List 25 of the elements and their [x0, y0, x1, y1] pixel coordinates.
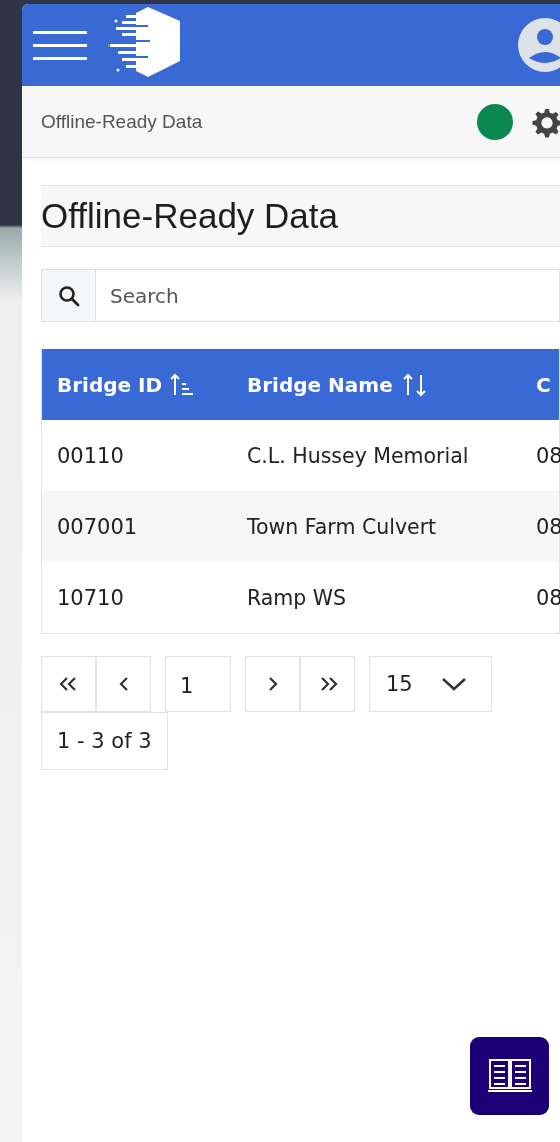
last-page-button[interactable]	[300, 656, 355, 712]
record-range: 1 - 3 of 3	[41, 712, 168, 770]
breadcrumb-label: Offline-Ready Data	[41, 110, 203, 133]
column-header[interactable]: Bridge Name	[232, 349, 522, 420]
guide-button[interactable]	[470, 1037, 549, 1115]
logo-icon	[108, 7, 182, 79]
chevron-right-icon	[266, 677, 279, 691]
table-cell-text: Town Farm Culvert	[246, 514, 438, 539]
table-cell-text: C.L. Hussey Memorial	[246, 443, 470, 468]
table-cell-text: 007001	[56, 514, 139, 539]
page-number-field[interactable]: 1	[165, 656, 231, 712]
column-header[interactable]: Bridge ID	[42, 349, 232, 420]
table-cell-text: 00110	[56, 443, 125, 468]
table-cell-text: 10710	[56, 585, 125, 610]
table-cell-text: Ramp WS	[246, 585, 348, 610]
user-avatar-icon[interactable]	[518, 18, 560, 72]
menu-icon[interactable]	[33, 30, 88, 60]
page-title: Offline-Ready Data	[41, 185, 560, 247]
first-page-button[interactable]	[41, 656, 96, 712]
search-button[interactable]	[42, 270, 96, 321]
chevron-left-icon	[117, 677, 130, 691]
chevron-down-icon	[441, 677, 467, 691]
search-icon	[57, 284, 80, 307]
page-size-select[interactable]: 15	[369, 656, 492, 712]
column-header[interactable]: C	[522, 349, 551, 420]
